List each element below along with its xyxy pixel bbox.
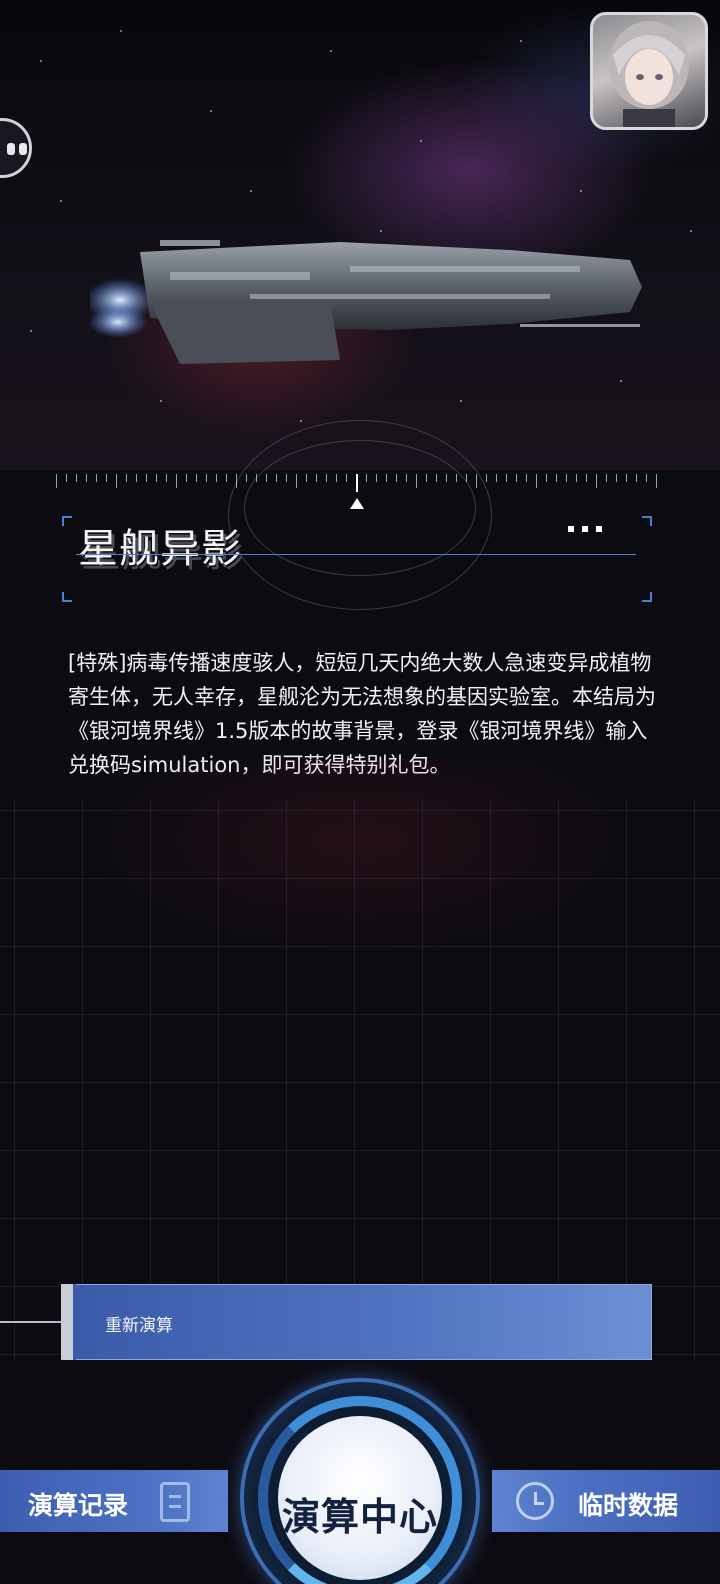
recalc-connector-line — [0, 1321, 62, 1323]
ruler-tick — [116, 474, 117, 488]
ruler-tick — [516, 474, 517, 482]
ruler-tick — [536, 474, 537, 488]
ruler-tick — [86, 474, 87, 482]
corner-bracket — [642, 516, 652, 526]
ruler-tick — [186, 474, 187, 482]
ruler-tick — [136, 474, 137, 482]
recalc-button[interactable]: 重新演算 — [61, 1284, 652, 1360]
ruler-tick — [166, 474, 167, 482]
ruler-tick — [546, 474, 547, 482]
chat-button[interactable] — [0, 118, 32, 178]
background-grid — [0, 800, 720, 1360]
ruler-tick — [636, 474, 637, 482]
character-avatar-icon — [609, 21, 689, 127]
corner-bracket — [642, 592, 652, 602]
ruler-tick — [576, 474, 577, 482]
ruler-tick — [216, 474, 217, 482]
ruler-tick — [76, 474, 77, 482]
ruler-tick — [566, 474, 567, 482]
ruler-tick — [156, 474, 157, 482]
starship-image — [90, 240, 642, 364]
ending-title: 星舰异影 — [78, 526, 242, 572]
ruler-tick — [206, 474, 207, 482]
ruler-tick — [606, 474, 607, 482]
ruler-tick — [626, 474, 627, 482]
ruler-tick — [556, 474, 557, 482]
ruler-tick — [616, 474, 617, 482]
chat-bubble-icon — [7, 143, 15, 155]
document-icon — [160, 1482, 190, 1522]
ruler-tick — [66, 474, 67, 482]
chat-bubble-icon-dot — [19, 143, 27, 155]
ruler-tick — [596, 474, 597, 488]
ruler-tick — [496, 474, 497, 482]
ending-title-panel: 星舰异影 — [62, 516, 652, 602]
clock-icon — [516, 1482, 554, 1520]
ruler-tick — [656, 474, 657, 488]
ruler-tick — [96, 474, 97, 482]
corner-bracket — [62, 592, 72, 602]
calc-record-label: 演算记录 — [28, 1491, 129, 1520]
hero-space-banner — [0, 0, 720, 470]
title-underline — [76, 554, 636, 555]
corner-bracket — [62, 516, 72, 526]
ruler-tick — [506, 474, 507, 482]
ruler-tick — [196, 474, 197, 482]
temp-data-label: 临时数据 — [578, 1491, 679, 1520]
ruler-tick — [226, 474, 227, 482]
more-dots-icon[interactable] — [568, 526, 612, 538]
recalc-label: 重新演算 — [105, 1316, 173, 1336]
ruler-tick — [176, 474, 177, 488]
ruler-tick — [586, 474, 587, 482]
ruler-tick — [486, 474, 487, 482]
calc-center-label: 演算中心 — [281, 1495, 438, 1539]
temp-data-button[interactable]: 临时数据 — [492, 1470, 720, 1532]
calc-record-button[interactable]: 演算记录 — [0, 1470, 228, 1532]
ruler-tick — [126, 474, 127, 482]
character-avatar-button[interactable] — [590, 12, 708, 130]
ruler-tick — [526, 474, 527, 482]
ruler-tick — [646, 474, 647, 482]
ruler-tick — [146, 474, 147, 482]
ruler-tick — [56, 474, 57, 488]
ruler-tick — [106, 474, 107, 482]
